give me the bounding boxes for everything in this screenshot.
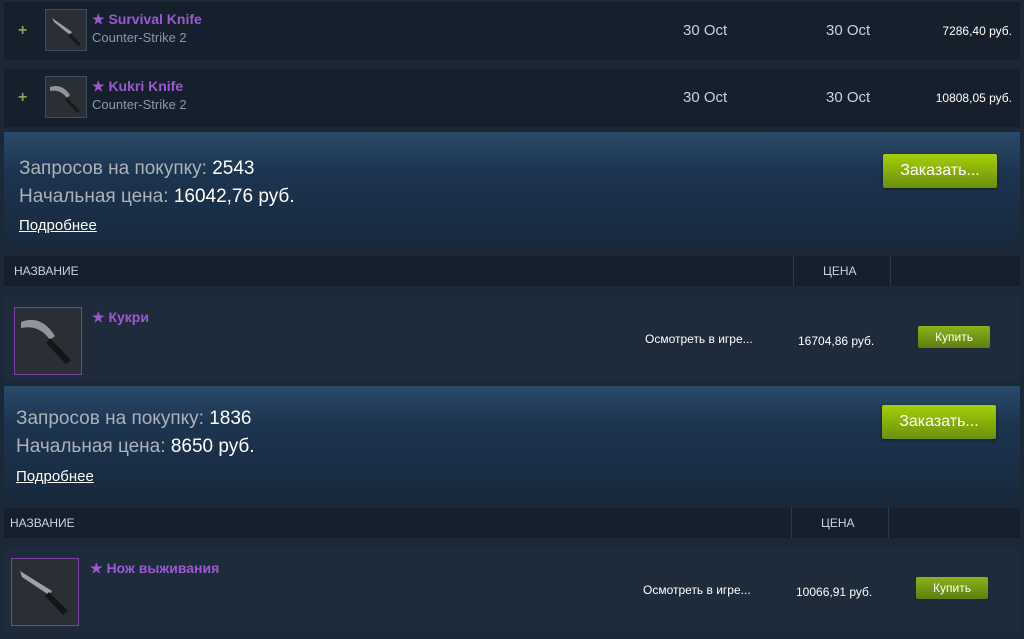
column-name-header: НАЗВАНИЕ	[10, 516, 75, 530]
column-divider	[888, 508, 889, 538]
kukri-knife-icon	[21, 319, 71, 364]
buy-order-panel: Запросов на покупку: 1836 Начальная цена…	[4, 386, 1020, 498]
acted-date: 30 Oct	[826, 89, 871, 106]
item-name[interactable]: ★ Кукри	[92, 309, 149, 326]
column-divider	[791, 508, 792, 538]
start-price-label: Начальная цена:	[19, 186, 169, 207]
item-thumbnail[interactable]	[45, 9, 87, 51]
inspect-in-game-link[interactable]: Осмотреть в игре...	[643, 583, 751, 597]
column-price-header: ЦЕНА	[823, 264, 857, 278]
acted-date: 30 Oct	[826, 22, 871, 39]
expand-plus-icon[interactable]: +	[18, 89, 27, 107]
buy-requests-line: Запросов на покупку: 1836	[16, 408, 252, 430]
inspect-in-game-link[interactable]: Осмотреть в игре...	[645, 332, 753, 346]
buy-requests-label: Запросов на покупку:	[19, 158, 207, 179]
market-listing-row[interactable]: ★ Кукри Осмотреть в игре... 16704,86 руб…	[4, 297, 1020, 381]
survival-knife-icon	[52, 18, 81, 46]
item-game: Counter-Strike 2	[92, 97, 187, 112]
item-name[interactable]: ★ Survival Knife	[92, 11, 202, 28]
item-name[interactable]: ★ Нож выживания	[90, 560, 219, 577]
table-header: НАЗВАНИЕ ЦЕНА	[4, 256, 1020, 286]
buy-button[interactable]: Купить	[916, 577, 988, 599]
item-price: 16704,86 руб.	[798, 334, 875, 348]
table-header: НАЗВАНИЕ ЦЕНА	[4, 508, 1020, 538]
buy-order-panel: Запросов на покупку: 2543 Начальная цена…	[4, 132, 1020, 246]
item-name[interactable]: ★ Kukri Knife	[92, 78, 183, 95]
start-price-value: 16042,76 руб.	[173, 186, 295, 207]
buy-requests-label: Запросов на покупку:	[16, 408, 204, 429]
buy-button[interactable]: Купить	[918, 326, 990, 348]
start-price-label: Начальная цена:	[16, 436, 166, 457]
buy-requests-value: 2543	[212, 158, 255, 179]
listed-date: 30 Oct	[683, 89, 728, 106]
item-game: Counter-Strike 2	[92, 30, 187, 45]
start-price-line: Начальная цена: 16042,76 руб.	[19, 186, 295, 208]
kukri-knife-icon	[50, 86, 80, 113]
column-name-header: НАЗВАНИЕ	[14, 264, 79, 278]
column-price-header: ЦЕНА	[821, 516, 855, 530]
column-divider	[793, 256, 794, 286]
more-details-link[interactable]: Подробнее	[19, 217, 97, 234]
item-image[interactable]	[11, 558, 79, 626]
more-details-link[interactable]: Подробнее	[16, 468, 94, 485]
expand-plus-icon[interactable]: +	[18, 22, 27, 40]
place-order-button[interactable]: Заказать...	[883, 154, 997, 188]
place-order-button[interactable]: Заказать...	[882, 405, 996, 439]
item-thumbnail[interactable]	[45, 76, 87, 118]
market-listing-row[interactable]: ★ Нож выживания Осмотреть в игре... 1006…	[4, 548, 1020, 632]
column-divider	[890, 256, 891, 286]
item-image[interactable]	[14, 307, 82, 375]
survival-knife-icon	[20, 571, 68, 615]
start-price-value: 8650 руб.	[170, 436, 255, 457]
listing-price: 7286,40 руб.	[942, 24, 1012, 38]
listed-date: 30 Oct	[683, 22, 728, 39]
buy-requests-value: 1836	[209, 408, 252, 429]
listing-price: 10808,05 руб.	[935, 91, 1012, 105]
buy-requests-line: Запросов на покупку: 2543	[19, 158, 255, 180]
listing-row[interactable]: + ★ Survival Knife Counter-Strike 2 30 O…	[4, 2, 1020, 60]
item-price: 10066,91 руб.	[796, 585, 873, 599]
listing-row[interactable]: + ★ Kukri Knife Counter-Strike 2 30 Oct …	[4, 69, 1020, 127]
start-price-line: Начальная цена: 8650 руб.	[16, 436, 255, 458]
